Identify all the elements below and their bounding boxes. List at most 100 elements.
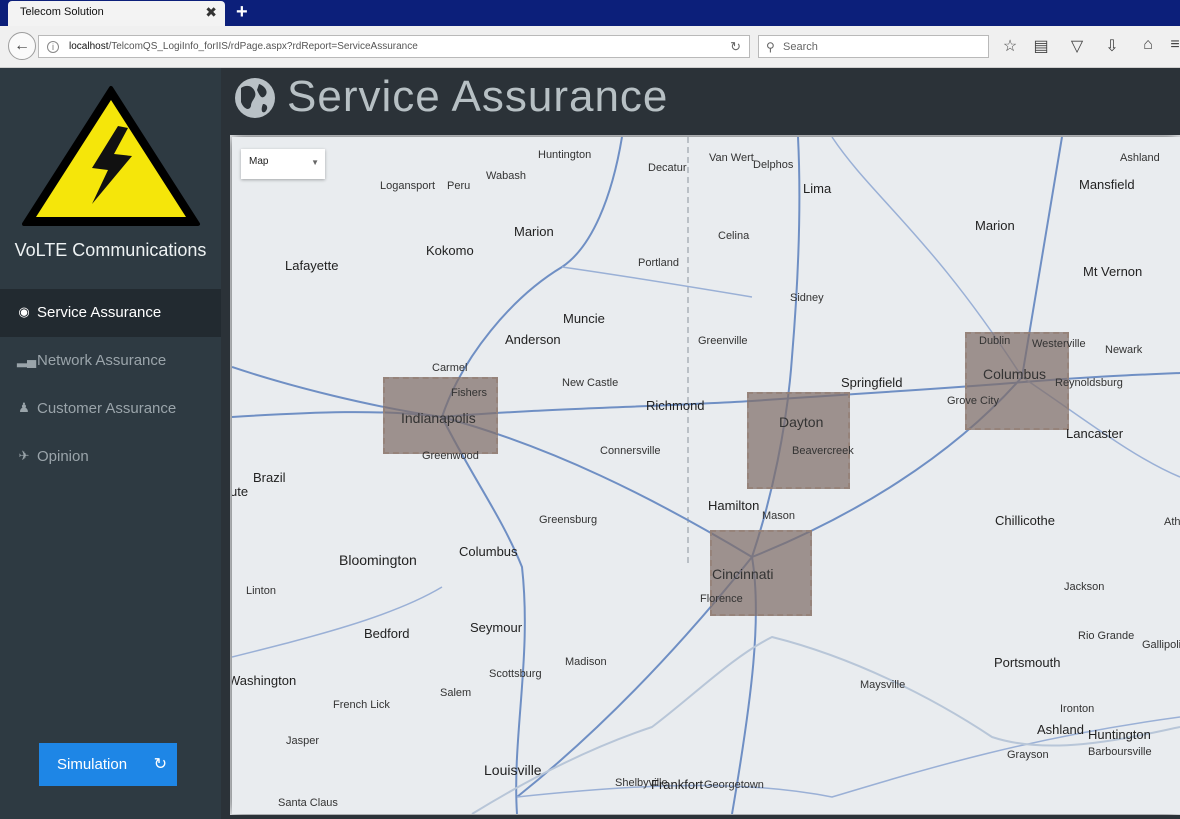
city-label: Ironton [1060, 703, 1095, 715]
city-label: Bloomington [339, 552, 417, 568]
city-label: Springfield [841, 375, 903, 390]
city-label: Hamilton [708, 498, 760, 513]
sidebar-item-label: Customer Assurance [37, 400, 177, 417]
city-label: Jackson [1064, 581, 1105, 593]
search-input[interactable]: ⚲ Search [758, 35, 989, 58]
zone-label: Indianapolis [401, 410, 476, 426]
city-label: Grayson [1007, 749, 1049, 761]
city-label: French Lick [333, 699, 390, 711]
city-label: Huntington [538, 149, 592, 161]
sidebar-item-network-assurance[interactable]: ▂▄ Network Assurance [0, 337, 221, 385]
city-label: Gallipolis [1142, 639, 1180, 651]
sidebar-item-service-assurance[interactable]: ◉ Service Assurance [0, 289, 221, 337]
city-label: Mt Vernon [1083, 264, 1143, 279]
city-label: Reynoldsburg [1055, 377, 1123, 389]
reading-list-icon[interactable]: ▤ [1031, 36, 1051, 56]
bookmark-star-icon[interactable]: ☆ [1000, 36, 1020, 56]
city-label: Carmel [432, 362, 468, 374]
city-label: Richmond [646, 398, 705, 413]
globe-icon [235, 78, 275, 118]
chevron-down-icon: ▼ [311, 158, 319, 167]
city-label: ute [232, 484, 249, 499]
sidebar-item-label: Network Assurance [37, 352, 167, 369]
sidebar-item-label: Service Assurance [37, 304, 162, 321]
city-label: Florence [700, 593, 743, 605]
map-roads [232, 137, 1180, 814]
city-label: Santa Claus [278, 797, 338, 809]
city-label: Huntington [1088, 727, 1151, 742]
city-label: Logansport [380, 180, 436, 192]
city-label: Georgetown [704, 779, 764, 791]
download-arrow-icon[interactable]: ⇩ [1102, 36, 1122, 56]
city-label: Greensburg [539, 514, 598, 526]
city-label: Barboursville [1088, 746, 1152, 758]
simulation-button[interactable]: Simulation ↻ [39, 743, 177, 786]
close-tab-icon[interactable]: ✖ [205, 4, 217, 21]
city-label: Madison [565, 656, 607, 668]
city-label: Salem [440, 687, 472, 699]
city-label: Anderson [505, 332, 561, 347]
info-icon[interactable]: i [47, 41, 59, 53]
city-label: Dublin [979, 335, 1011, 347]
new-tab-icon[interactable]: + [236, 0, 248, 24]
pocket-icon[interactable]: ▽ [1067, 36, 1087, 56]
city-label: Portsmouth [994, 655, 1061, 670]
city-label: Wabash [486, 170, 526, 182]
city-label: Peru [447, 180, 471, 192]
browser-tab-bar: Telecom Solution ✖ + [0, 0, 1180, 26]
coverage-zone-dayton[interactable]: Dayton [747, 392, 850, 489]
browser-tab[interactable]: Telecom Solution ✖ [8, 1, 225, 26]
city-label: Mason [762, 510, 796, 522]
map-type-label: Map [249, 156, 269, 167]
city-label: Ashland [1120, 152, 1160, 164]
back-arrow-icon[interactable]: ← [8, 32, 36, 60]
reload-icon[interactable]: ↻ [730, 39, 741, 55]
city-label: Maysville [860, 679, 906, 691]
address-bar[interactable]: i localhost/TelcomQS_LogiInfo_forIIS/rdP… [38, 35, 750, 58]
city-label: Mansfield [1079, 177, 1135, 192]
city-label: Muncie [563, 311, 605, 326]
browser-nav-bar: ← i localhost/TelcomQS_LogiInfo_forIIS/r… [0, 26, 1180, 68]
city-label: Connersville [600, 445, 661, 457]
map-type-select[interactable]: Map ▼ [241, 149, 325, 179]
zone-label: Cincinnati [712, 566, 774, 582]
city-label: Portland [638, 257, 679, 269]
city-label: Lima [803, 181, 832, 196]
city-label: New Castle [562, 377, 619, 389]
menu-icon[interactable]: ≡ [1165, 36, 1180, 54]
city-label: Fishers [451, 387, 488, 399]
comments-icon: ✈ [18, 448, 30, 463]
city-label: Ath [1164, 516, 1180, 528]
city-label: Linton [246, 585, 276, 597]
city-label: Columbus [459, 544, 518, 559]
city-label: Van Wert [709, 152, 754, 164]
service-map[interactable]: Map ▼ Indianapolis Dayton Columbus Cinci… [232, 137, 1180, 814]
home-icon[interactable]: ⌂ [1138, 36, 1158, 54]
brand-name: VoLTE Communications [14, 240, 207, 260]
city-label: Louisville [484, 762, 542, 778]
city-label: Kokomo [426, 243, 474, 258]
globe-icon: ◉ [18, 304, 30, 319]
city-label: Washington [232, 673, 297, 688]
city-label: Rio Grande [1078, 630, 1135, 642]
search-placeholder: Search [783, 41, 818, 53]
city-label: Newark [1105, 344, 1143, 356]
refresh-icon: ↻ [153, 756, 167, 773]
tab-title: Telecom Solution [20, 6, 104, 18]
city-label: Greenville [698, 335, 748, 347]
city-label: Seymour [470, 620, 523, 635]
city-label: Delphos [753, 159, 794, 171]
city-label: Bedford [364, 626, 410, 641]
city-label: Lancaster [1066, 426, 1124, 441]
signal-bars-icon: ▂▄ [17, 352, 37, 367]
city-label: Sidney [790, 292, 824, 304]
city-label: Jasper [286, 735, 320, 747]
url-host: localhost [69, 41, 109, 52]
high-voltage-warning-icon [20, 84, 202, 233]
city-label: Greenwood [422, 450, 479, 462]
sidebar-menu: ◉ Service Assurance ▂▄ Network Assurance… [0, 289, 221, 481]
url-path: /TelcomQS_LogiInfo_forIIS/rdPage.aspx?rd… [108, 41, 418, 52]
sidebar-item-customer-assurance[interactable]: ♟ Customer Assurance [0, 385, 221, 433]
sidebar-item-opinion[interactable]: ✈ Opinion [0, 433, 221, 481]
zone-label: Columbus [983, 366, 1047, 382]
